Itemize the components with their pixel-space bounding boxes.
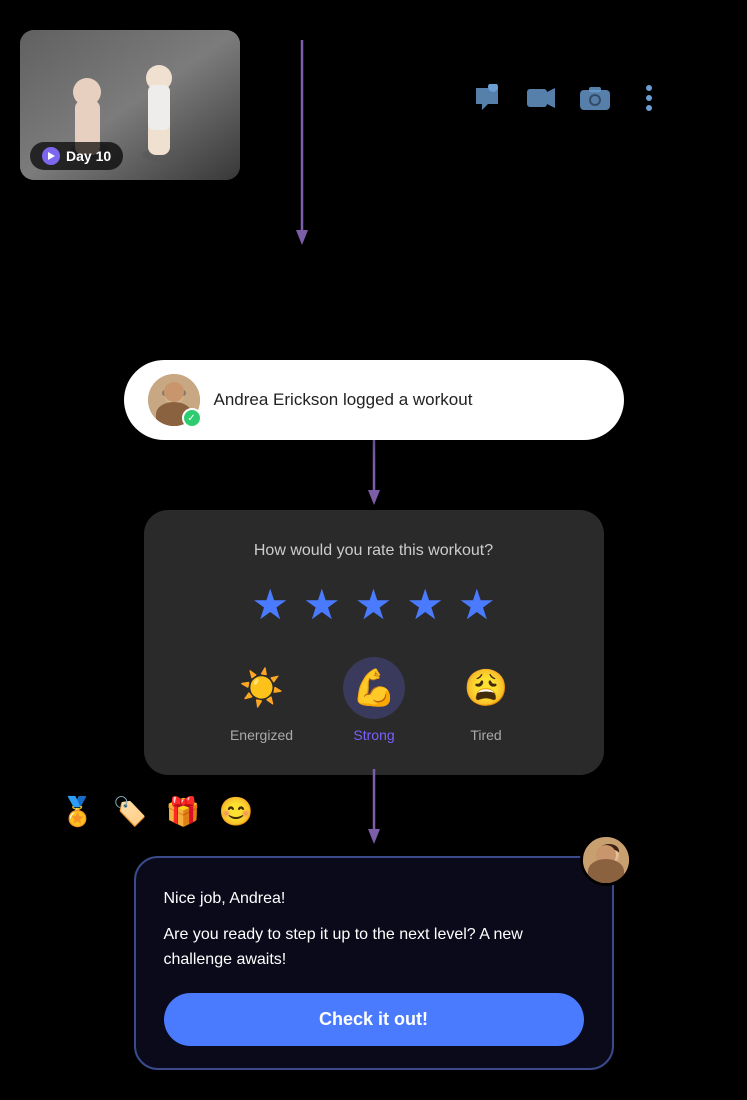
check-out-button[interactable]: Check it out!: [164, 993, 584, 1046]
gift-icon[interactable]: 🎁: [166, 795, 201, 828]
bottom-icons-left: 🏅 🏷️ 🎁 😊: [60, 795, 254, 828]
mood-energized-emoji: ☀️: [230, 657, 292, 719]
notification-text: Andrea Erickson logged a workout: [214, 390, 473, 410]
notification-section: ✓ Andrea Erickson logged a workout: [20, 360, 727, 440]
coach-avatar-svg: [583, 837, 632, 886]
arrow-rating-to-chat-container: [364, 769, 384, 854]
rating-card: How would you rate this workout? ★ ★ ★ ★…: [144, 510, 604, 775]
mood-strong[interactable]: 💪 Strong: [343, 657, 405, 743]
user-avatar-container: ✓: [148, 374, 200, 426]
mood-strong-emoji: 💪: [343, 657, 405, 719]
tag-icon[interactable]: 🏷️: [113, 795, 148, 828]
rating-question: How would you rate this workout?: [254, 542, 493, 560]
menu-icon-top[interactable]: [631, 80, 667, 116]
mood-strong-label: Strong: [353, 727, 394, 743]
mood-tired-emoji: 😩: [455, 657, 517, 719]
page-container: Day 10: [0, 0, 747, 1100]
mood-row: ☀️ Energized 💪 Strong 😩 Tired: [230, 657, 517, 743]
chat-card: Nice job, Andrea! Are you ready to step …: [134, 856, 614, 1070]
chat-line2: Are you ready to step it up to the next …: [164, 922, 584, 973]
medal-icon[interactable]: 🏅: [60, 795, 95, 828]
workout-card[interactable]: Day 10: [20, 30, 240, 180]
star-5[interactable]: ★: [458, 580, 496, 629]
icons-row-top: [469, 80, 667, 116]
camera-icon-top[interactable]: [577, 80, 613, 116]
chat-line1: Nice job, Andrea!: [164, 886, 584, 912]
chat-icon-top[interactable]: [469, 80, 505, 116]
chat-section: Nice job, Andrea! Are you ready to step …: [20, 856, 727, 1070]
mood-energized[interactable]: ☀️ Energized: [230, 657, 293, 743]
mood-tired-label: Tired: [470, 727, 501, 743]
arrow-notification-to-rating: [364, 440, 384, 510]
video-icon-top[interactable]: [523, 80, 559, 116]
chat-text: Nice job, Andrea! Are you ready to step …: [164, 886, 584, 973]
stars-row: ★ ★ ★ ★ ★: [251, 580, 495, 629]
day-label: Day 10: [66, 148, 111, 164]
play-icon: [42, 147, 60, 165]
top-section: Day 10: [20, 30, 727, 180]
check-badge: ✓: [182, 408, 202, 428]
mood-tired[interactable]: 😩 Tired: [455, 657, 517, 743]
arrow-rating-to-chat: [364, 769, 384, 849]
workout-day-badge: Day 10: [30, 142, 123, 170]
mood-energized-label: Energized: [230, 727, 293, 743]
coach-avatar: [580, 834, 632, 886]
star-1[interactable]: ★: [251, 580, 289, 629]
rating-section: How would you rate this workout? ★ ★ ★ ★…: [20, 510, 727, 775]
star-2[interactable]: ★: [303, 580, 341, 629]
notification-card: ✓ Andrea Erickson logged a workout: [124, 360, 624, 440]
smile-icon[interactable]: 😊: [219, 795, 254, 828]
bottom-row: 🏅 🏷️ 🎁 😊: [20, 795, 727, 828]
star-4[interactable]: ★: [406, 580, 444, 629]
arrow-card-to-notification: [292, 40, 312, 250]
star-3[interactable]: ★: [355, 580, 393, 629]
